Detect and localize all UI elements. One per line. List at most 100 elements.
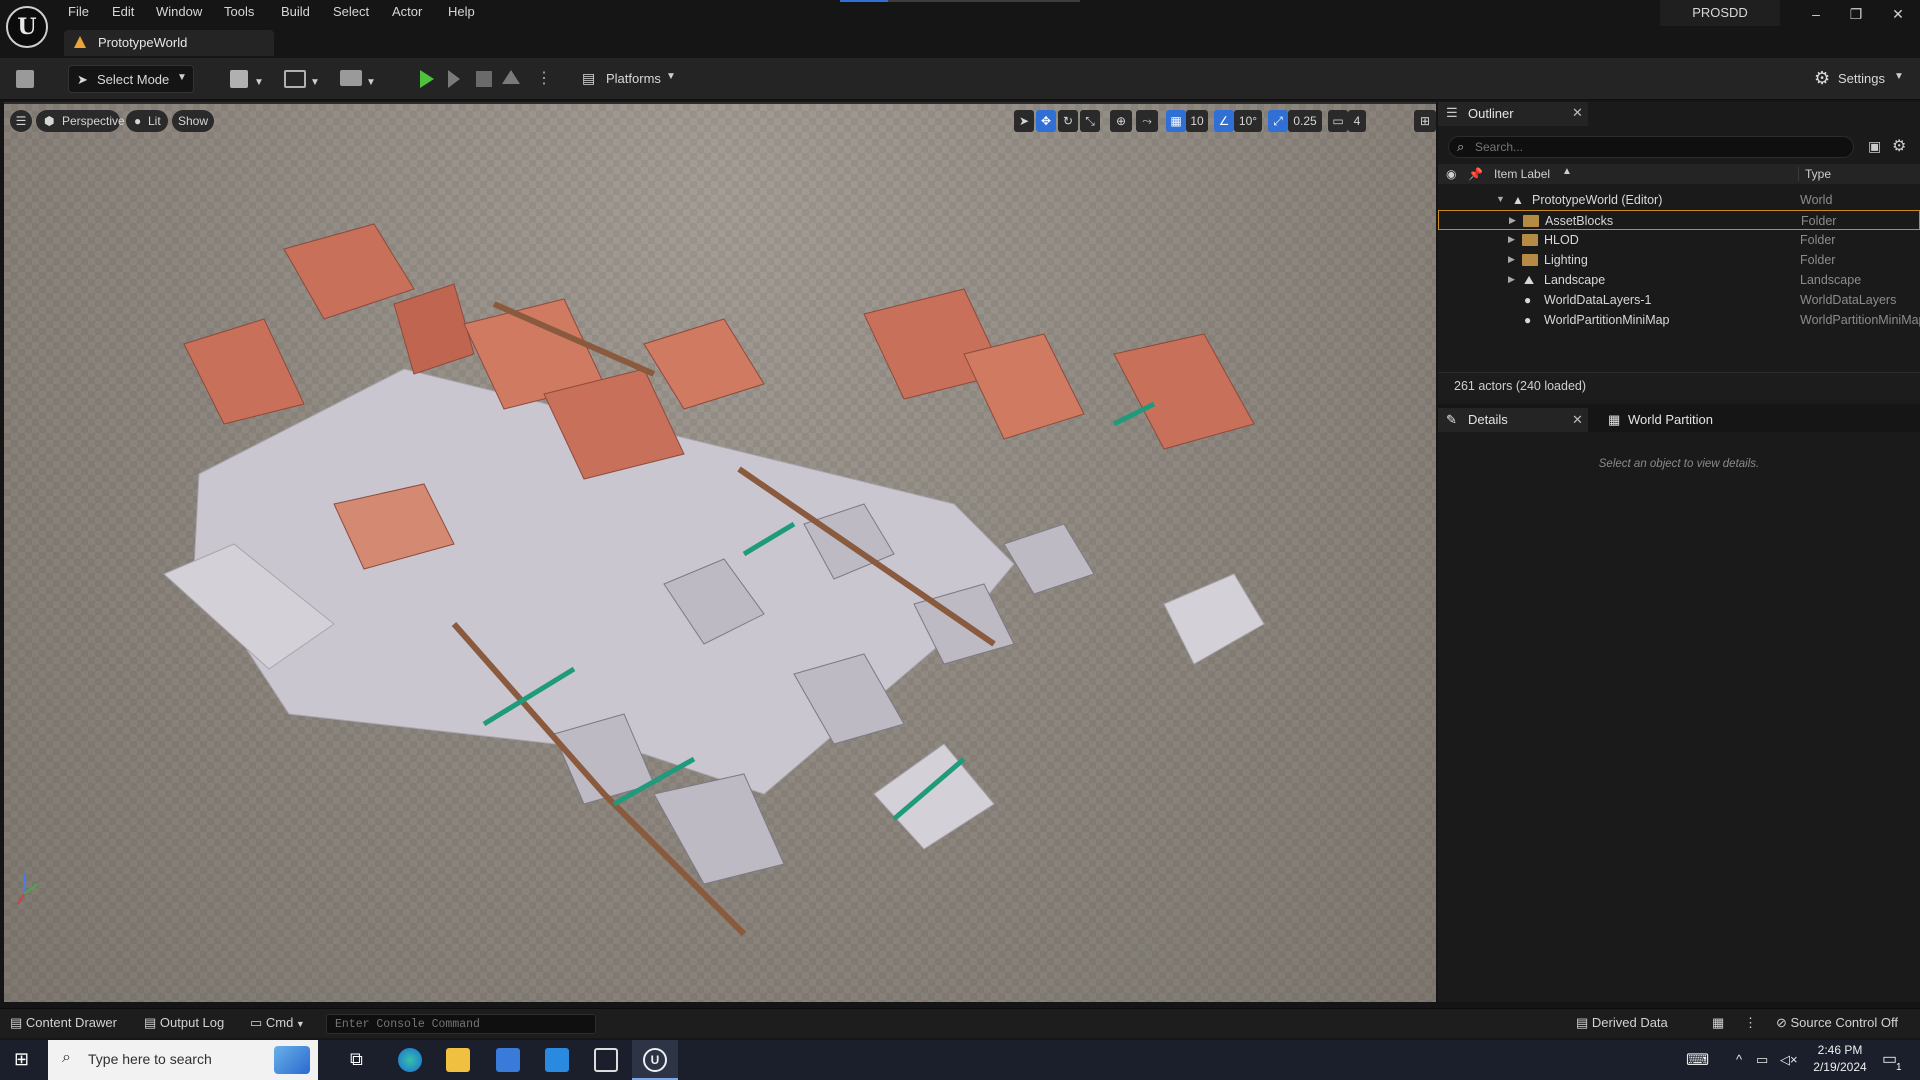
outliner-row[interactable]: ▶ HLOD Folder [1438, 230, 1920, 250]
play-icon[interactable] [420, 70, 434, 88]
menu-file[interactable]: File [68, 4, 89, 22]
menu-help[interactable]: Help [448, 4, 475, 22]
derived-data-icon: ▤ [1576, 1015, 1592, 1030]
details-tabs: ✎ Details ✕ ▦ World Partition [1438, 408, 1920, 432]
add-actor-icon[interactable] [230, 70, 248, 88]
taskbar-search[interactable]: ⌕ Type here to search [48, 1040, 318, 1080]
console-command-field[interactable] [326, 1014, 596, 1034]
outliner-row[interactable]: ▶ ⛰ Landscape Landscape [1438, 270, 1920, 290]
platforms-dropdown[interactable]: ▤ Platforms ▼ [580, 65, 680, 93]
select-tool-icon[interactable]: ➤ [1014, 110, 1034, 132]
world-local-icon[interactable]: ⊕ [1110, 110, 1132, 132]
mail-icon[interactable] [545, 1048, 569, 1072]
cube-app-icon[interactable] [594, 1048, 618, 1072]
outliner-row[interactable]: ▼ ▲ PrototypeWorld (Editor) World [1438, 190, 1920, 210]
axis-gizmo [17, 874, 39, 905]
scale-snap-icon[interactable]: ⤢ [1268, 110, 1288, 132]
axis-x [17, 893, 25, 905]
menu-edit[interactable]: Edit [112, 4, 134, 22]
outliner-row[interactable]: ▶ AssetBlocks Folder [1438, 210, 1920, 230]
windows-start-icon[interactable]: ⊞ [14, 1049, 29, 1070]
rotation-snap-icon[interactable]: ∠ [1214, 110, 1234, 132]
viewport-menu-button[interactable]: ☰ [10, 110, 32, 132]
camera-speed-value[interactable]: 4 [1348, 110, 1366, 132]
menu-select[interactable]: Select [333, 4, 369, 22]
expand-arrow-icon[interactable]: ▶ [1509, 215, 1516, 226]
output-log-button[interactable]: ▤ Output Log [144, 1015, 224, 1031]
rotate-tool-icon[interactable]: ↻ [1058, 110, 1078, 132]
scale-snap-value[interactable]: 0.25 [1288, 110, 1322, 132]
content-drawer-button[interactable]: ▤ Content Drawer [10, 1015, 117, 1031]
expand-arrow-icon[interactable]: ▶ [1508, 254, 1515, 265]
unreal-logo-icon[interactable]: U [6, 6, 48, 48]
outliner-search[interactable]: ⌕ [1448, 136, 1854, 158]
stop-icon[interactable] [476, 71, 492, 87]
menu-window[interactable]: Window [156, 4, 202, 22]
menu-build[interactable]: Build [281, 4, 310, 22]
outliner-row[interactable]: ▶ Lighting Folder [1438, 250, 1920, 270]
outliner-row[interactable]: ● WorldPartitionMiniMap WorldPartitionMi… [1438, 310, 1920, 330]
translate-tool-icon[interactable]: ✥ [1036, 110, 1056, 132]
perspective-button[interactable]: ⬢ Perspective [36, 110, 125, 132]
source-control-button[interactable]: ⊘ Source Control Off [1776, 1015, 1898, 1031]
pin-icon[interactable]: 📌 [1468, 167, 1483, 181]
task-view-icon[interactable]: ⧉ [350, 1049, 363, 1070]
save-icon[interactable] [16, 70, 34, 88]
close-icon[interactable]: ✕ [1572, 412, 1583, 428]
lit-button[interactable]: ● Lit [126, 110, 168, 132]
expand-arrow-icon[interactable]: ▶ [1508, 234, 1515, 245]
scale-tool-icon[interactable]: ⤡ [1080, 110, 1100, 132]
notification-icon[interactable]: ▭ [1882, 1049, 1897, 1069]
cmd-dropdown[interactable]: ▭ Cmd ▼ [250, 1015, 305, 1031]
surface-snap-icon[interactable]: ⤳ [1136, 110, 1158, 132]
more-options-icon[interactable]: ⋮ [536, 68, 552, 88]
store-icon[interactable] [496, 1048, 520, 1072]
cinematics-icon[interactable] [340, 70, 362, 86]
menu-actor[interactable]: Actor [392, 4, 422, 22]
outliner-row[interactable]: ● WorldDataLayers-1 WorldDataLayers [1438, 290, 1920, 310]
expand-arrow-icon[interactable]: ▼ [1496, 194, 1505, 204]
visibility-icon[interactable]: ◉ [1446, 167, 1456, 181]
keyboard-icon[interactable]: ⌨ [1686, 1050, 1709, 1070]
revision-icon[interactable]: ▦ [1712, 1015, 1724, 1031]
close-icon[interactable]: ✕ [1572, 105, 1583, 121]
clock[interactable]: 2:46 PM 2/19/2024 [1800, 1043, 1880, 1077]
console-input[interactable] [335, 1017, 585, 1032]
select-mode-label: Select Mode [97, 72, 170, 87]
unreal-taskbar-button[interactable]: U [632, 1040, 678, 1080]
edge-icon[interactable] [398, 1048, 422, 1072]
eject-icon[interactable] [502, 70, 520, 84]
grid-snap-icon[interactable]: ▦ [1166, 110, 1186, 132]
show-button[interactable]: Show [172, 110, 214, 132]
volume-icon[interactable]: ◁× [1780, 1052, 1798, 1068]
outliner-tab[interactable]: ☰ Outliner ✕ [1438, 102, 1588, 126]
menu-tools[interactable]: Tools [224, 4, 254, 22]
rotation-snap-value[interactable]: 10° [1234, 110, 1262, 132]
select-mode-dropdown[interactable]: ➤ Select Mode ▼ [68, 65, 194, 93]
derived-data-button[interactable]: ▤ Derived Data [1576, 1015, 1668, 1031]
close-button[interactable]: ✕ [1886, 6, 1910, 26]
grid-snap-value[interactable]: 10 [1186, 110, 1208, 132]
restore-button[interactable]: ❐ [1844, 6, 1868, 26]
level-viewport[interactable]: ☰ ⬢ Perspective ● Lit Show ➤ ✥ ↻ ⤡ ⊕ ⤳ ▦… [4, 102, 1436, 1002]
file-explorer-icon[interactable] [446, 1048, 470, 1072]
blueprint-icon[interactable] [284, 70, 306, 88]
camera-speed-icon[interactable]: ▭ [1328, 110, 1348, 132]
gear-icon[interactable]: ⚙ [1892, 136, 1906, 156]
viewport-layout-icon[interactable]: ⊞ [1414, 110, 1436, 132]
tab-world-partition[interactable]: ▦ World Partition [1608, 408, 1748, 432]
minimize-button[interactable]: – [1804, 6, 1828, 26]
advance-frame-icon[interactable] [448, 70, 460, 88]
more-options-icon[interactable]: ⋮ [1744, 1015, 1757, 1031]
item-label-header[interactable]: Item Label [1494, 167, 1550, 181]
chevron-up-icon[interactable]: ^ [1736, 1052, 1742, 1067]
type-header[interactable]: Type [1798, 167, 1831, 181]
settings-dropdown[interactable]: ⚙ Settings ▼ [1810, 65, 1910, 93]
add-folder-icon[interactable]: ▣ [1868, 138, 1881, 155]
tab-details[interactable]: ✎ Details ✕ [1438, 408, 1588, 432]
network-icon[interactable]: ▭ [1756, 1052, 1768, 1068]
search-input[interactable] [1475, 139, 1845, 155]
derived-data-label: Derived Data [1591, 1015, 1668, 1030]
level-tab[interactable]: PrototypeWorld [64, 30, 274, 56]
expand-arrow-icon[interactable]: ▶ [1508, 274, 1515, 285]
